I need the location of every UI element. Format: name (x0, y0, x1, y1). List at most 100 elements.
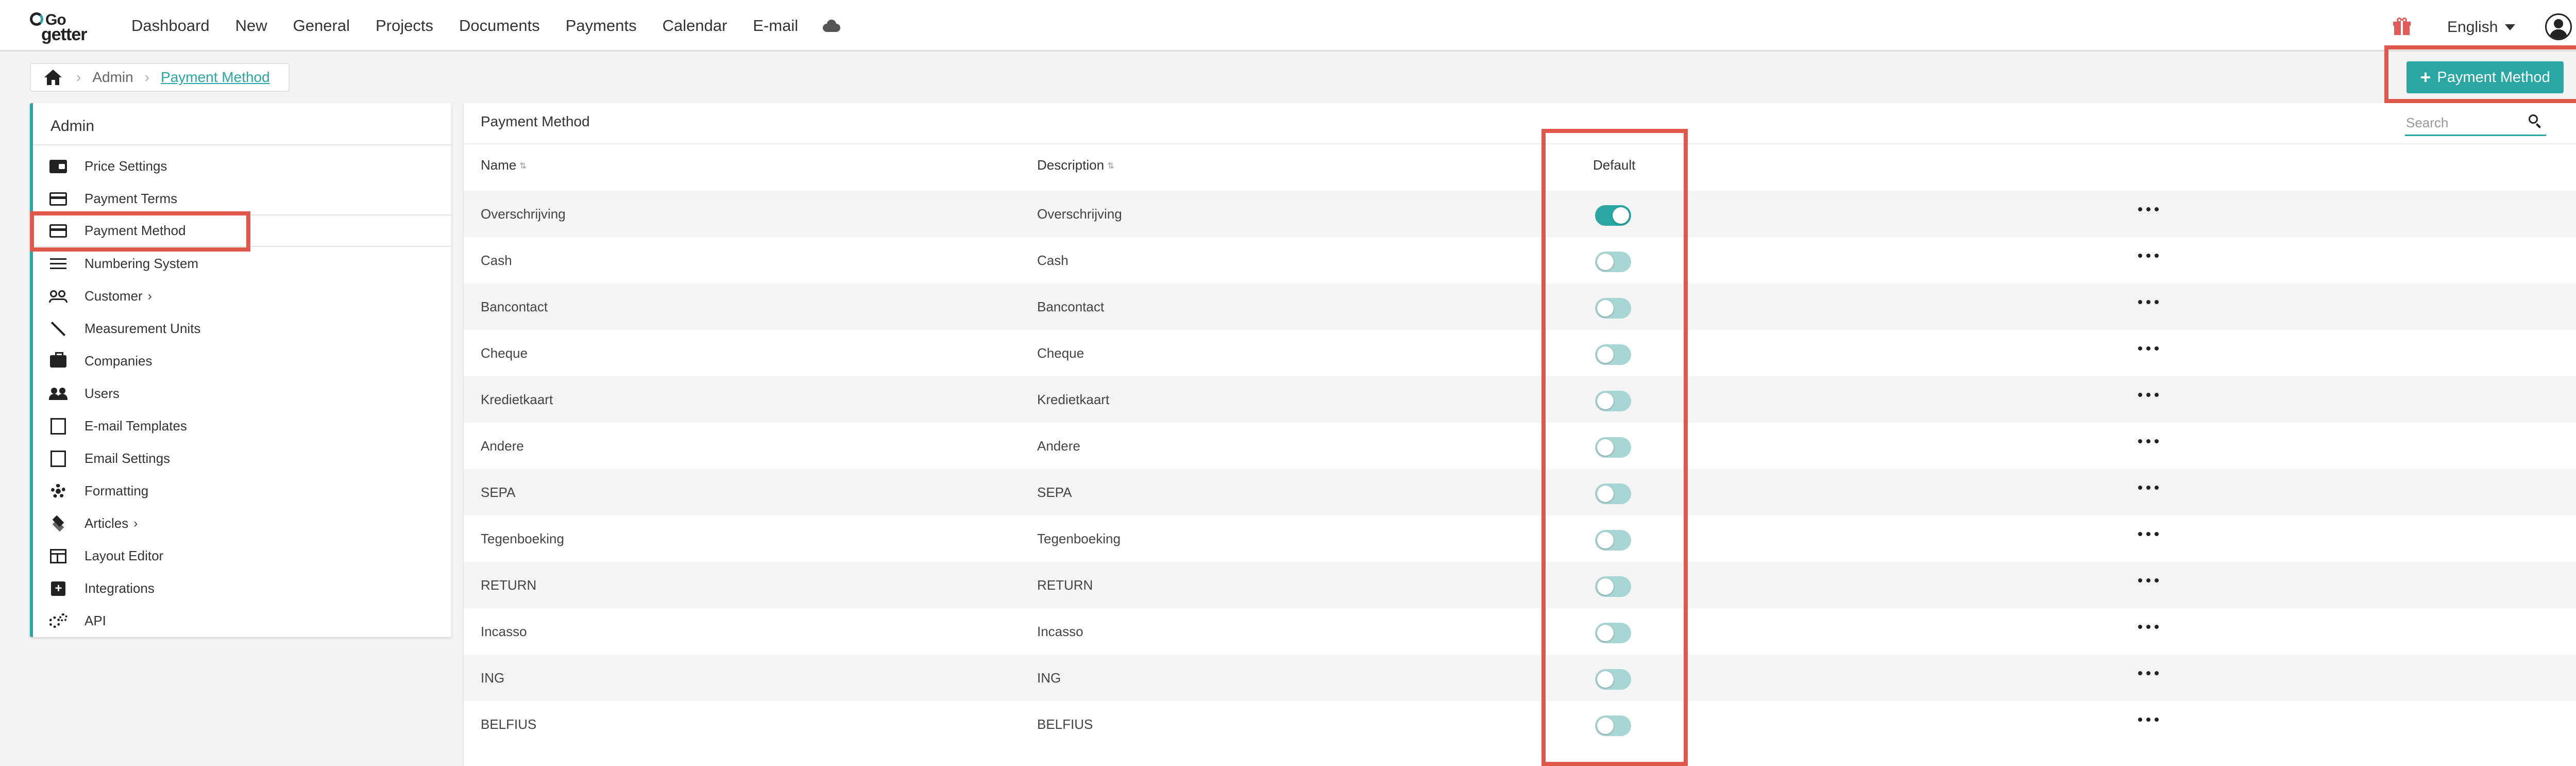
sidebar-item-layout-editor[interactable]: Layout Editor (33, 540, 451, 572)
default-toggle[interactable] (1595, 205, 1631, 226)
table-row: BELFIUS BELFIUS (464, 701, 2576, 747)
chevron-right-icon: › (147, 289, 152, 303)
nav-email[interactable]: E-mail (753, 16, 798, 35)
sidebar-item-email-templates[interactable]: E-mail Templates (33, 410, 451, 442)
default-toggle[interactable] (1595, 298, 1631, 319)
gears-icon (48, 613, 68, 629)
column-header-name[interactable]: Name ⇅ (481, 157, 527, 173)
cell-name: SEPA (481, 485, 516, 500)
nav-projects[interactable]: Projects (376, 16, 433, 35)
sidebar-item-price-settings[interactable]: Price Settings (33, 150, 451, 182)
sidebar-item-label: Companies (84, 353, 152, 369)
more-options-icon[interactable] (2138, 482, 2159, 493)
breadcrumb-payment-method[interactable]: Payment Method (161, 69, 270, 86)
more-options-icon[interactable] (2138, 343, 2159, 354)
template-icon (48, 450, 68, 467)
sidebar-item-articles[interactable]: Articles › (33, 507, 451, 540)
nav-calendar[interactable]: Calendar (663, 16, 727, 35)
gift-icon[interactable] (2393, 18, 2411, 35)
more-options-icon[interactable] (2138, 436, 2159, 446)
briefcase-icon (48, 352, 68, 369)
table-row: RETURN RETURN (464, 562, 2576, 608)
toggle-knob (1597, 254, 1614, 270)
more-options-icon[interactable] (2138, 204, 2159, 214)
search-box (2405, 109, 2546, 136)
breadcrumb-admin[interactable]: Admin (92, 69, 133, 86)
column-header-label: Description (1037, 157, 1105, 173)
sidebar-item-measurement-units[interactable]: Measurement Units (33, 312, 451, 345)
sidebar-item-api[interactable]: API (33, 605, 451, 637)
sidebar-item-payment-terms[interactable]: Payment Terms (33, 182, 451, 215)
default-toggle[interactable] (1595, 623, 1631, 643)
sidebar-item-users[interactable]: Users (33, 377, 451, 410)
cell-name: Overschrijving (481, 206, 566, 222)
default-toggle[interactable] (1595, 669, 1631, 690)
default-toggle[interactable] (1595, 391, 1631, 411)
cell-description: Incasso (1037, 624, 1083, 639)
default-toggle[interactable] (1595, 576, 1631, 597)
default-toggle[interactable] (1595, 715, 1631, 736)
more-options-icon[interactable] (2138, 529, 2159, 539)
more-options-icon[interactable] (2138, 714, 2159, 725)
sidebar-item-integrations[interactable]: + Integrations (33, 572, 451, 605)
toggle-knob (1597, 346, 1614, 363)
sidebar-item-companies[interactable]: Companies (33, 345, 451, 377)
more-options-icon[interactable] (2138, 622, 2159, 632)
default-toggle[interactable] (1595, 484, 1631, 504)
sidebar-item-label: Measurement Units (84, 321, 201, 336)
panel-divider (464, 143, 2576, 144)
sidebar-item-label: Payment Terms (84, 191, 178, 206)
user-avatar[interactable] (2545, 13, 2572, 40)
table-row: Bancontact Bancontact (464, 284, 2576, 330)
table-row: Kredietkaart Kredietkaart (464, 376, 2576, 423)
search-icon[interactable] (2529, 114, 2538, 124)
sidebar-item-formatting[interactable]: Formatting (33, 475, 451, 507)
toggle-knob (1597, 625, 1614, 641)
payment-method-panel: Payment Method Name⇅ Description⇅ Defaul… (463, 103, 2576, 766)
sidebar-item-label: Users (84, 386, 120, 401)
cell-name: RETURN (481, 577, 537, 593)
sidebar-item-email-settings[interactable]: Email Settings (33, 442, 451, 475)
credit-card-icon (48, 223, 68, 239)
plus-box-icon: + (48, 581, 68, 596)
more-options-icon[interactable] (2138, 668, 2159, 678)
nav-general[interactable]: General (293, 16, 350, 35)
add-payment-method-button[interactable]: + Payment Method (2406, 61, 2564, 93)
nav-new[interactable]: New (235, 16, 267, 35)
language-dropdown[interactable]: English (2447, 19, 2516, 36)
nav-dashboard[interactable]: Dashboard (131, 16, 210, 35)
cell-description: RETURN (1037, 577, 1093, 593)
sidebar-item-customer[interactable]: Customer › (33, 280, 451, 312)
toggle-knob (1597, 671, 1614, 688)
cell-name: Cheque (481, 345, 528, 361)
sidebar-item-label: Payment Method (84, 223, 186, 238)
column-header-description[interactable]: Description ⇅ (1037, 157, 1114, 173)
cloud-icon[interactable] (821, 20, 841, 32)
nav-payments[interactable]: Payments (566, 16, 637, 35)
default-toggle[interactable] (1595, 344, 1631, 365)
panel-title: Payment Method (481, 113, 590, 129)
table-row: Incasso Incasso (464, 608, 2576, 655)
default-toggle[interactable] (1595, 530, 1631, 551)
more-options-icon[interactable] (2138, 251, 2159, 261)
gogetter-logo[interactable]: Go getter (30, 11, 103, 44)
search-input[interactable] (2406, 113, 2519, 132)
default-toggle[interactable] (1595, 252, 1631, 272)
more-options-icon[interactable] (2138, 297, 2159, 307)
add-payment-method-label: Payment Method (2437, 69, 2550, 86)
cell-name: Incasso (481, 624, 527, 639)
cell-name: Tegenboeking (481, 531, 564, 546)
cell-name: ING (481, 670, 505, 686)
more-options-icon[interactable] (2138, 390, 2159, 400)
cell-name: Andere (481, 438, 524, 454)
sidebar-item-label: API (84, 613, 106, 628)
more-options-icon[interactable] (2138, 575, 2159, 586)
sidebar-item-payment-method[interactable]: Payment Method (33, 214, 451, 247)
default-toggle[interactable] (1595, 437, 1631, 458)
resize-arrows-icon (48, 321, 68, 337)
home-icon[interactable] (44, 70, 62, 85)
sidebar-item-numbering-system[interactable]: Numbering System (33, 247, 451, 280)
cell-name: Cash (481, 253, 512, 268)
sidebar-item-label: Numbering System (84, 256, 199, 271)
nav-documents[interactable]: Documents (459, 16, 540, 35)
